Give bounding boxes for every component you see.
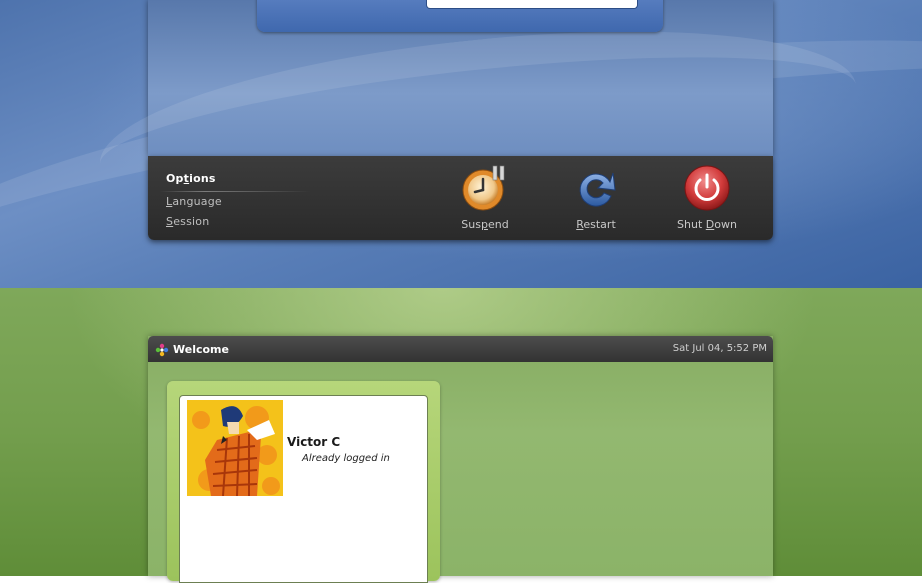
user-avatar <box>187 400 283 496</box>
suspend-clock-icon <box>462 165 505 211</box>
options-toolbar: Options Language Session Suspend Restart… <box>148 156 773 240</box>
restart-arrow-icon <box>579 172 616 207</box>
suspend-button[interactable]: Suspend <box>445 164 525 231</box>
distro-logo-icon <box>155 343 169 357</box>
user-status: Already logged in <box>302 453 390 464</box>
shutdown-label: Shut Down <box>677 218 737 231</box>
user-list-item[interactable]: Victor C Already logged in <box>181 397 426 498</box>
options-menu: Options Language Session <box>160 172 316 235</box>
shutdown-button[interactable]: Shut Down <box>667 164 747 231</box>
restart-label: Restart <box>576 218 616 231</box>
power-icon <box>684 165 730 211</box>
login-frame <box>257 0 663 32</box>
menu-item-options[interactable]: Options <box>166 172 316 192</box>
menu-separator <box>160 191 310 192</box>
top-panel: Welcome Sat Jul 04, 5:52 PM <box>148 336 773 362</box>
suspend-label: Suspend <box>461 218 509 231</box>
password-entry[interactable] <box>426 0 638 9</box>
menu-item-session[interactable]: Session <box>166 215 316 235</box>
user-list-frame: Victor C Already logged in <box>167 381 440 583</box>
user-name: Victor C <box>287 435 341 449</box>
restart-button[interactable]: Restart <box>556 164 636 231</box>
greeter-window: Welcome Sat Jul 04, 5:52 PM Victor C Alr… <box>148 336 773 583</box>
menu-item-language[interactable]: Language <box>166 195 316 215</box>
user-list: Victor C Already logged in <box>179 395 428 583</box>
panel-clock: Sat Jul 04, 5:52 PM <box>672 343 767 354</box>
panel-title: Welcome <box>173 343 229 356</box>
login-window <box>91 0 865 250</box>
